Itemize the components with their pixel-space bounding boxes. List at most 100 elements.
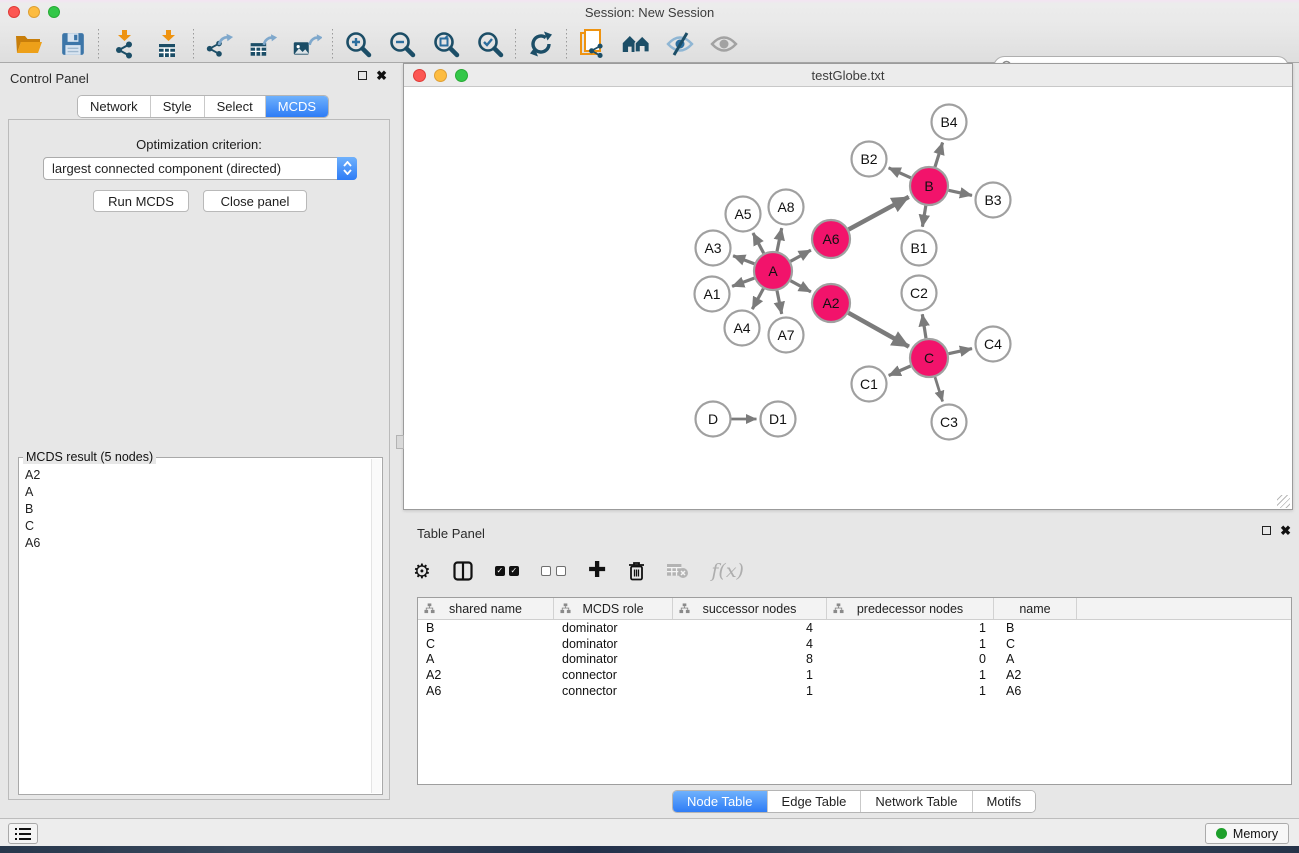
close-panel-button[interactable]: Close panel bbox=[203, 190, 307, 212]
zoom-fit-icon[interactable] bbox=[431, 29, 461, 59]
network-node[interactable]: C bbox=[910, 339, 948, 377]
minimize-window-button[interactable] bbox=[28, 6, 40, 18]
table-tab-network-table[interactable]: Network Table bbox=[860, 791, 971, 812]
zoom-out-icon[interactable] bbox=[387, 29, 417, 59]
recent-sessions-icon[interactable] bbox=[621, 29, 651, 59]
network-edge[interactable] bbox=[791, 250, 811, 261]
network-edge[interactable] bbox=[922, 314, 926, 338]
zoom-selected-icon[interactable] bbox=[475, 29, 505, 59]
export-image-icon[interactable] bbox=[292, 29, 322, 59]
resize-grip-icon[interactable] bbox=[1277, 495, 1290, 508]
network-node[interactable]: D bbox=[696, 402, 731, 437]
network-node[interactable]: D1 bbox=[761, 402, 796, 437]
network-node[interactable]: A1 bbox=[695, 277, 730, 312]
network-node[interactable]: C1 bbox=[852, 367, 887, 402]
column-header-shared-name[interactable]: shared name bbox=[418, 598, 554, 619]
memory-button[interactable]: Memory bbox=[1205, 823, 1289, 844]
deselect-all-rows-icon[interactable] bbox=[541, 566, 566, 576]
import-table-icon[interactable] bbox=[153, 29, 183, 59]
network-node[interactable]: B1 bbox=[902, 231, 937, 266]
network-node[interactable]: A3 bbox=[696, 231, 731, 266]
table-row[interactable]: A2connector11A2 bbox=[418, 667, 1291, 683]
table-row[interactable]: Cdominator41C bbox=[418, 636, 1291, 652]
network-edge[interactable] bbox=[848, 313, 909, 347]
table-close-panel-icon[interactable]: ✖ bbox=[1280, 526, 1291, 535]
network-node[interactable]: A6 bbox=[812, 220, 850, 258]
column-header-successor-nodes[interactable]: successor nodes bbox=[673, 598, 827, 619]
refresh-view-icon[interactable] bbox=[526, 29, 556, 59]
mcds-result-item[interactable]: A bbox=[21, 483, 370, 500]
network-node[interactable]: B bbox=[910, 167, 948, 205]
export-table-icon[interactable] bbox=[248, 29, 278, 59]
network-node[interactable]: B4 bbox=[932, 105, 967, 140]
network-node[interactable]: A7 bbox=[769, 318, 804, 353]
network-edge[interactable] bbox=[733, 256, 754, 264]
split-divider-handle[interactable] bbox=[396, 435, 404, 449]
network-edge[interactable] bbox=[935, 143, 943, 167]
column-visibility-icon[interactable] bbox=[453, 561, 473, 581]
save-session-icon[interactable] bbox=[58, 29, 88, 59]
table-tab-node-table[interactable]: Node Table bbox=[673, 791, 767, 812]
delete-column-icon[interactable] bbox=[628, 561, 645, 581]
network-node[interactable]: A4 bbox=[725, 311, 760, 346]
table-row[interactable]: Bdominator41B bbox=[418, 620, 1291, 636]
table-row[interactable]: A6connector11A6 bbox=[418, 683, 1291, 699]
table-tab-motifs[interactable]: Motifs bbox=[972, 791, 1036, 812]
network-close-button[interactable] bbox=[413, 69, 426, 82]
run-mcds-button[interactable]: Run MCDS bbox=[93, 190, 189, 212]
mcds-result-item[interactable]: A6 bbox=[21, 534, 370, 551]
network-edge[interactable] bbox=[935, 377, 943, 401]
network-edge[interactable] bbox=[889, 168, 911, 178]
table-row[interactable]: Adominator80A bbox=[418, 652, 1291, 668]
network-canvas[interactable]: B4 B2 B B3 A8A5 A6 A3 B1 A C2 A1 A2 A4 A7 C4 C C1 D D1 C3 bbox=[405, 87, 1291, 509]
table-settings-icon[interactable]: ⚙ bbox=[413, 561, 431, 581]
tab-style[interactable]: Style bbox=[150, 96, 204, 117]
result-scrollbar[interactable] bbox=[371, 459, 381, 793]
export-network-icon[interactable] bbox=[204, 29, 234, 59]
mcds-result-item[interactable]: C bbox=[21, 517, 370, 534]
network-edge[interactable] bbox=[889, 366, 911, 376]
column-header-name[interactable]: name bbox=[994, 598, 1077, 619]
table-tab-edge-table[interactable]: Edge Table bbox=[767, 791, 861, 812]
column-header-MCDS-role[interactable]: MCDS role bbox=[554, 598, 673, 619]
table-float-panel-icon[interactable] bbox=[1262, 526, 1271, 535]
network-edge[interactable] bbox=[949, 349, 973, 354]
network-node[interactable]: A bbox=[754, 252, 792, 290]
hide-selected-icon[interactable] bbox=[665, 29, 695, 59]
network-edge[interactable] bbox=[791, 281, 811, 292]
network-edge[interactable] bbox=[949, 190, 973, 195]
network-edge[interactable] bbox=[849, 197, 909, 230]
zoom-in-icon[interactable] bbox=[343, 29, 373, 59]
network-edge[interactable] bbox=[922, 206, 925, 227]
network-node[interactable]: B2 bbox=[852, 142, 887, 177]
close-panel-icon[interactable]: ✖ bbox=[376, 71, 387, 80]
tab-select[interactable]: Select bbox=[204, 96, 265, 117]
column-header-predecessor-nodes[interactable]: predecessor nodes bbox=[827, 598, 994, 619]
network-edge[interactable] bbox=[752, 289, 763, 310]
network-edge[interactable] bbox=[777, 291, 782, 314]
network-node[interactable]: C2 bbox=[902, 276, 937, 311]
open-session-icon[interactable] bbox=[14, 29, 44, 59]
network-edge[interactable] bbox=[732, 278, 754, 286]
mcds-result-item[interactable]: B bbox=[21, 500, 370, 517]
maximize-window-button[interactable] bbox=[48, 6, 60, 18]
network-node[interactable]: A8 bbox=[769, 190, 804, 225]
network-edge[interactable] bbox=[777, 228, 782, 251]
mcds-result-item[interactable]: A2 bbox=[21, 466, 370, 483]
network-node[interactable]: A2 bbox=[812, 284, 850, 322]
add-column-icon[interactable]: ✚ bbox=[588, 561, 606, 581]
close-window-button[interactable] bbox=[8, 6, 20, 18]
network-node[interactable]: C4 bbox=[976, 327, 1011, 362]
task-history-button[interactable] bbox=[8, 823, 38, 844]
import-network-icon[interactable] bbox=[109, 29, 139, 59]
select-all-rows-icon[interactable] bbox=[495, 566, 519, 576]
network-minimize-button[interactable] bbox=[434, 69, 447, 82]
network-edge[interactable] bbox=[753, 233, 764, 253]
network-node[interactable]: A5 bbox=[726, 197, 761, 232]
float-panel-icon[interactable] bbox=[358, 71, 367, 80]
tab-mcds[interactable]: MCDS bbox=[265, 96, 328, 117]
network-node[interactable]: B3 bbox=[976, 183, 1011, 218]
show-all-icon[interactable] bbox=[709, 29, 739, 59]
network-from-selection-icon[interactable] bbox=[577, 29, 607, 59]
network-node[interactable]: C3 bbox=[932, 405, 967, 440]
